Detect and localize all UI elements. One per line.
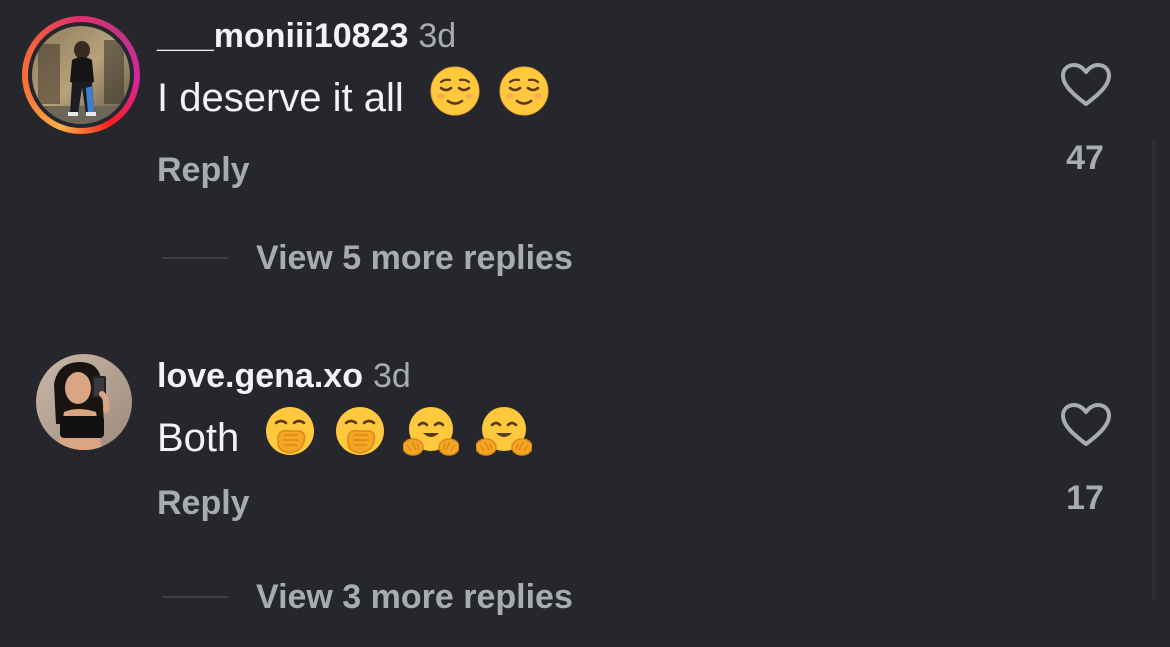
reply-button[interactable]: Reply <box>157 150 250 190</box>
avatar-story-ring[interactable] <box>22 16 140 134</box>
comments-panel: ___moniii10823 3d I deserve it all Reply… <box>0 0 1170 647</box>
like-count: 17 <box>1066 479 1104 517</box>
comment-timestamp: 3d <box>418 17 457 55</box>
view-more-replies-button[interactable]: View 3 more replies <box>162 577 573 617</box>
reply-button[interactable]: Reply <box>157 483 250 523</box>
face-with-hand-over-mouth-icon <box>264 405 316 470</box>
comment-text: Both <box>157 405 533 473</box>
heart-icon[interactable] <box>1060 62 1112 108</box>
comment-body: I deserve it all <box>157 76 404 121</box>
view-replies-label: View 3 more replies <box>256 577 573 616</box>
face-with-hand-over-mouth-icon <box>334 405 386 470</box>
comment-header: ___moniii10823 3d <box>157 16 456 56</box>
replies-divider <box>162 257 228 259</box>
comment-timestamp: 3d <box>372 357 411 395</box>
scrollbar[interactable] <box>1152 140 1156 600</box>
heart-icon[interactable] <box>1060 402 1112 448</box>
comment-item: love.gena.xo 3d Both Reply 17 View 3 mor… <box>0 340 1170 647</box>
hugging-face-icon <box>475 405 533 470</box>
relieved-face-icon <box>498 65 550 130</box>
view-more-replies-button[interactable]: View 5 more replies <box>162 238 573 278</box>
comment-username[interactable]: love.gena.xo <box>157 357 363 395</box>
avatar[interactable] <box>36 354 132 450</box>
relieved-face-icon <box>429 65 481 130</box>
comment-username[interactable]: ___moniii10823 <box>157 17 408 55</box>
hugging-face-icon <box>401 405 460 470</box>
comment-header: love.gena.xo 3d <box>157 356 411 396</box>
view-replies-label: View 5 more replies <box>256 238 573 277</box>
comment-item: ___moniii10823 3d I deserve it all Reply… <box>0 0 1170 320</box>
comment-text: I deserve it all <box>157 65 550 133</box>
comment-body: Both <box>157 416 240 461</box>
replies-divider <box>162 596 228 598</box>
avatar[interactable] <box>32 26 130 124</box>
like-count: 47 <box>1066 139 1104 177</box>
